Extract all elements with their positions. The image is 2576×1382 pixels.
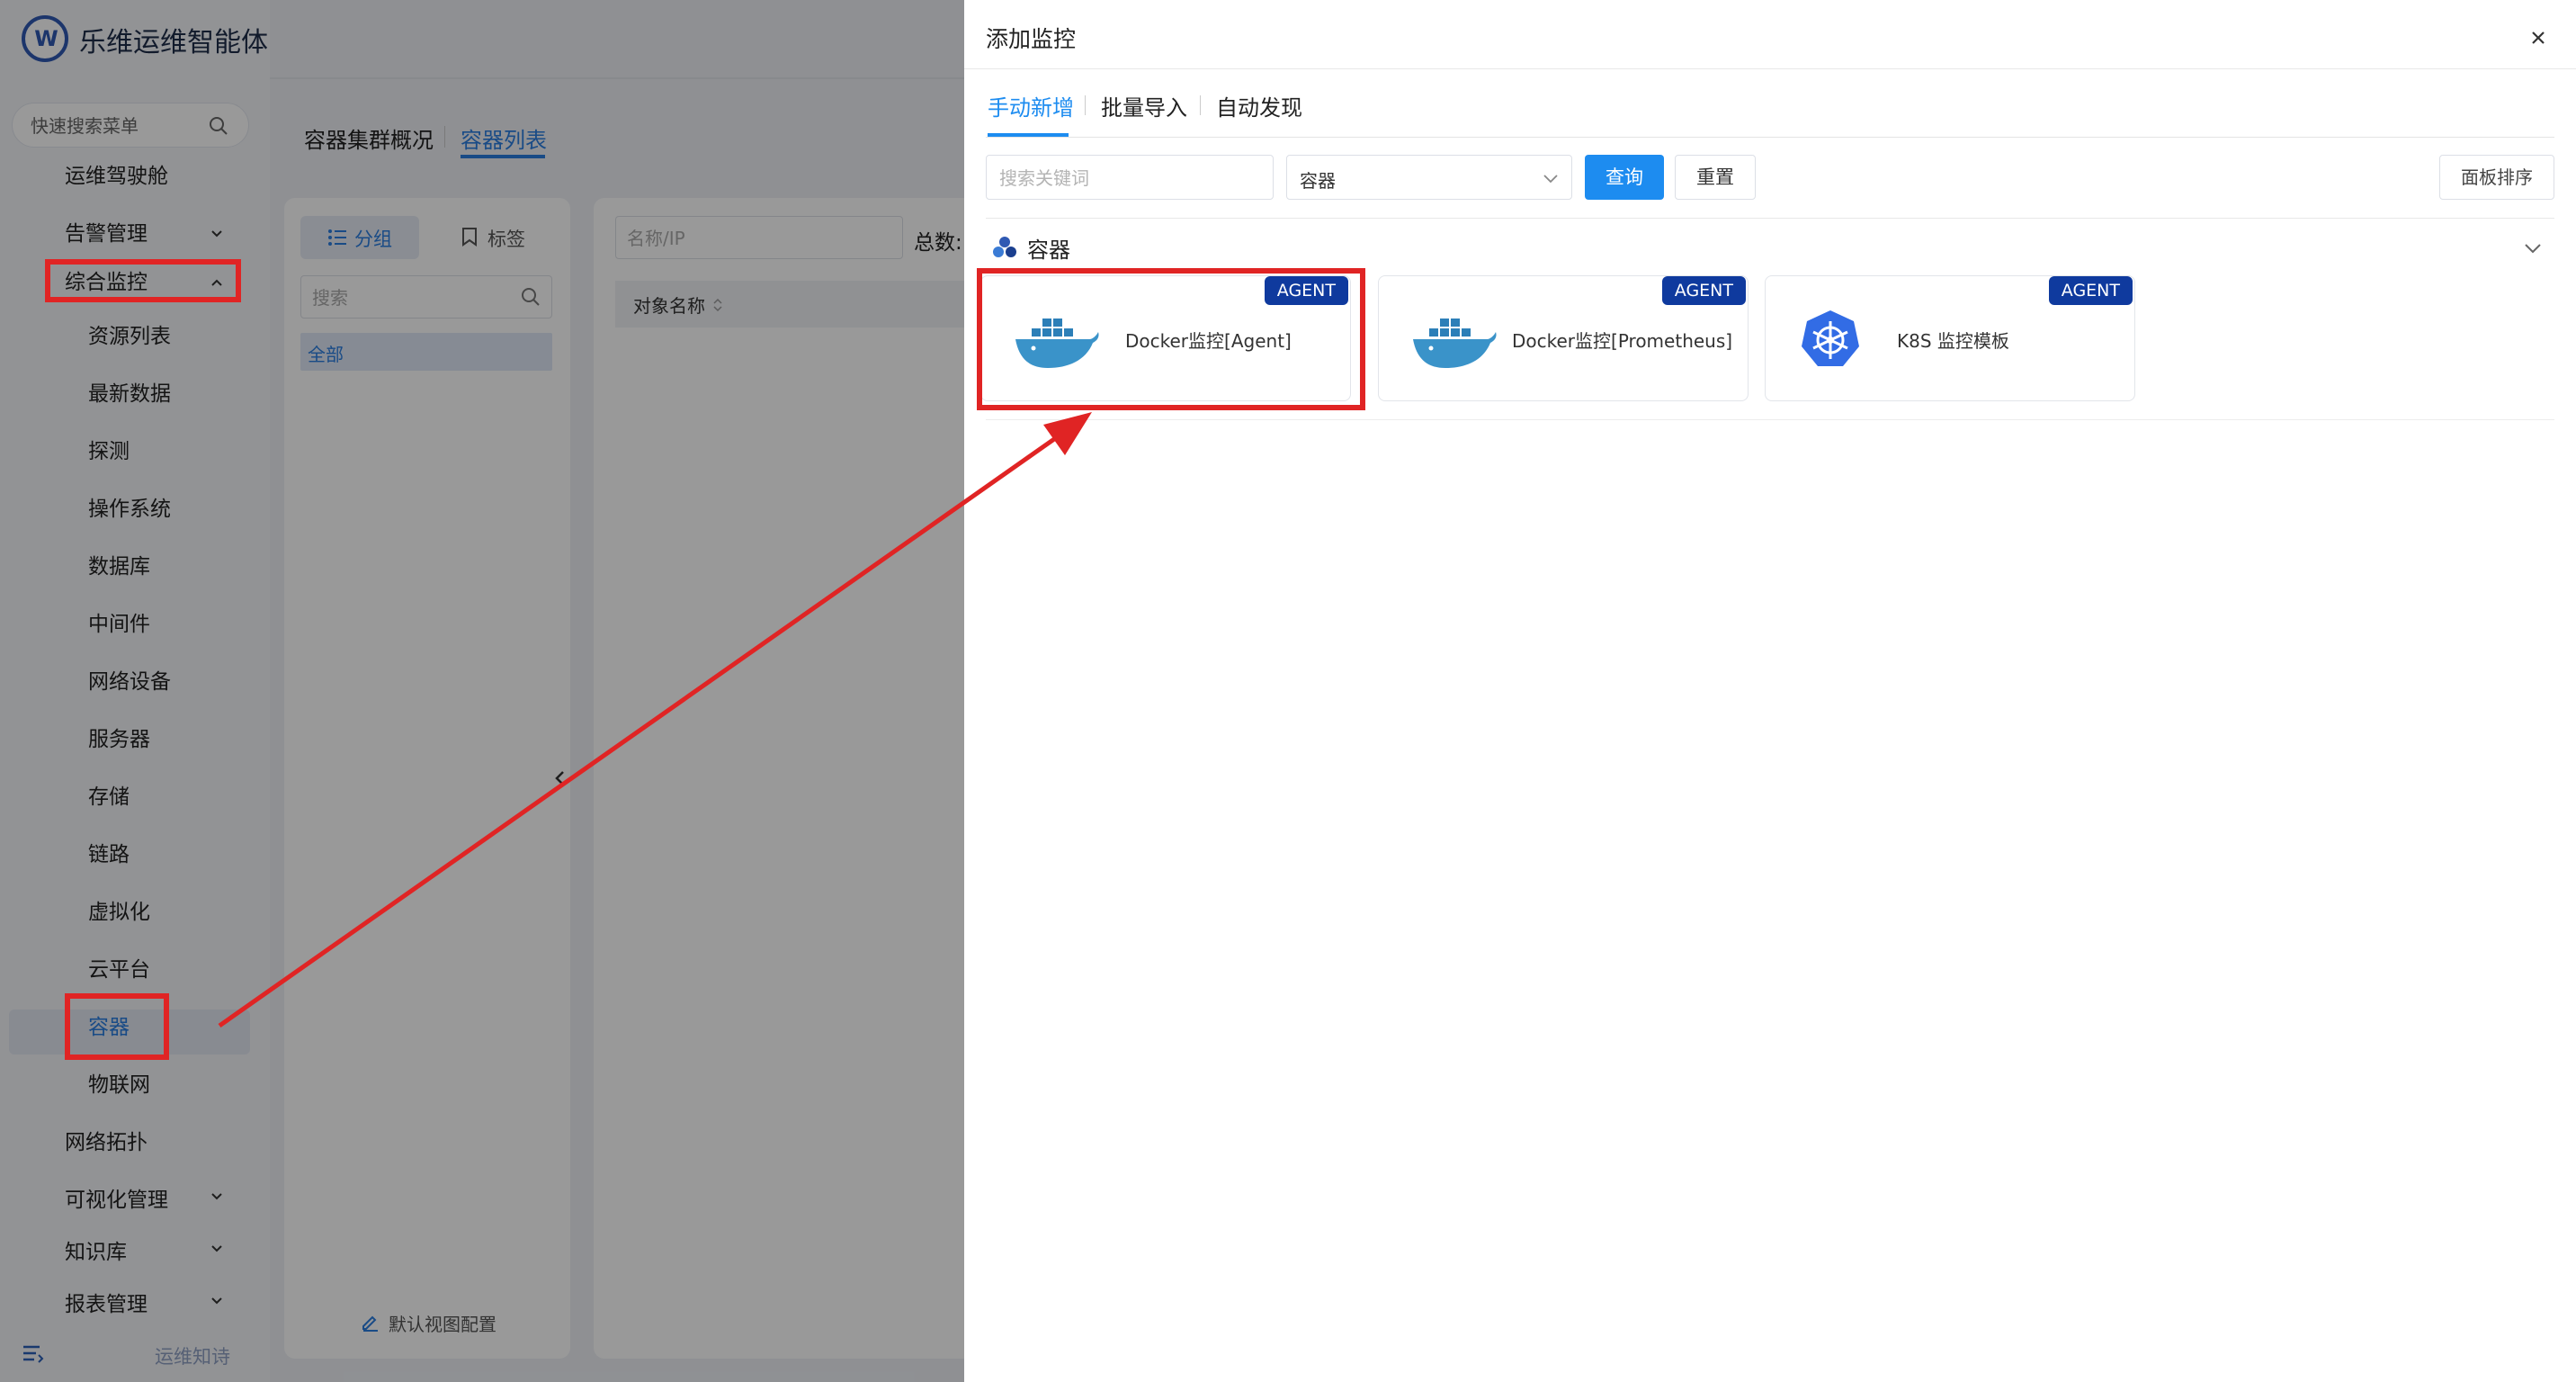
agent-badge: AGENT xyxy=(1661,276,1746,305)
container-category-icon xyxy=(993,237,1016,257)
reset-button[interactable]: 重置 xyxy=(1675,155,1756,200)
add-monitor-drawer: 添加监控 手动新增 批量导入 自动发现 容器 查询 重置 面板排序 容器 Doc… xyxy=(964,0,2576,1382)
tab-separator xyxy=(1200,95,1201,115)
close-icon[interactable] xyxy=(2526,25,2551,50)
template-card-k8s[interactable]: K8S 监控模板 AGENT xyxy=(1765,275,2135,401)
tab-manual-add[interactable]: 手动新增 xyxy=(988,90,1074,121)
template-card-name: K8S 监控模板 xyxy=(1897,330,2009,352)
type-select[interactable]: 容器 xyxy=(1286,155,1572,200)
template-card-name: Docker监控[Prometheus] xyxy=(1512,330,1733,352)
tab-auto-discover[interactable]: 自动发现 xyxy=(1216,90,1302,121)
modal-overlay[interactable] xyxy=(0,0,964,1382)
docker-icon xyxy=(1413,319,1497,368)
highlight-box-docker-agent-card xyxy=(977,268,1365,410)
section-divider xyxy=(986,218,2554,219)
drawer-title: 添加监控 xyxy=(986,26,1077,52)
highlight-box-container xyxy=(65,993,169,1060)
drawer-header-divider xyxy=(964,68,2576,69)
tab-batch-import[interactable]: 批量导入 xyxy=(1101,90,1187,121)
tab-active-underline xyxy=(988,133,1069,137)
agent-badge: AGENT xyxy=(2048,276,2133,305)
chevron-down-icon xyxy=(1543,175,1558,184)
chevron-down-icon[interactable] xyxy=(2522,238,2544,259)
panel-sort-button[interactable]: 面板排序 xyxy=(2439,155,2554,200)
kubernetes-icon xyxy=(1802,310,1859,366)
query-button[interactable]: 查询 xyxy=(1585,155,1664,200)
keyword-search-box xyxy=(986,155,1274,200)
keyword-search-input[interactable] xyxy=(999,166,1260,191)
section-divider xyxy=(986,419,2554,420)
tabs-divider xyxy=(986,137,2554,138)
type-select-value: 容器 xyxy=(1300,170,1336,192)
tab-separator xyxy=(1085,95,1086,115)
highlight-box-integrated-monitoring xyxy=(45,259,241,302)
template-card-docker-prometheus[interactable]: Docker监控[Prometheus] AGENT xyxy=(1378,275,1749,401)
section-title: 容器 xyxy=(1027,238,1070,263)
